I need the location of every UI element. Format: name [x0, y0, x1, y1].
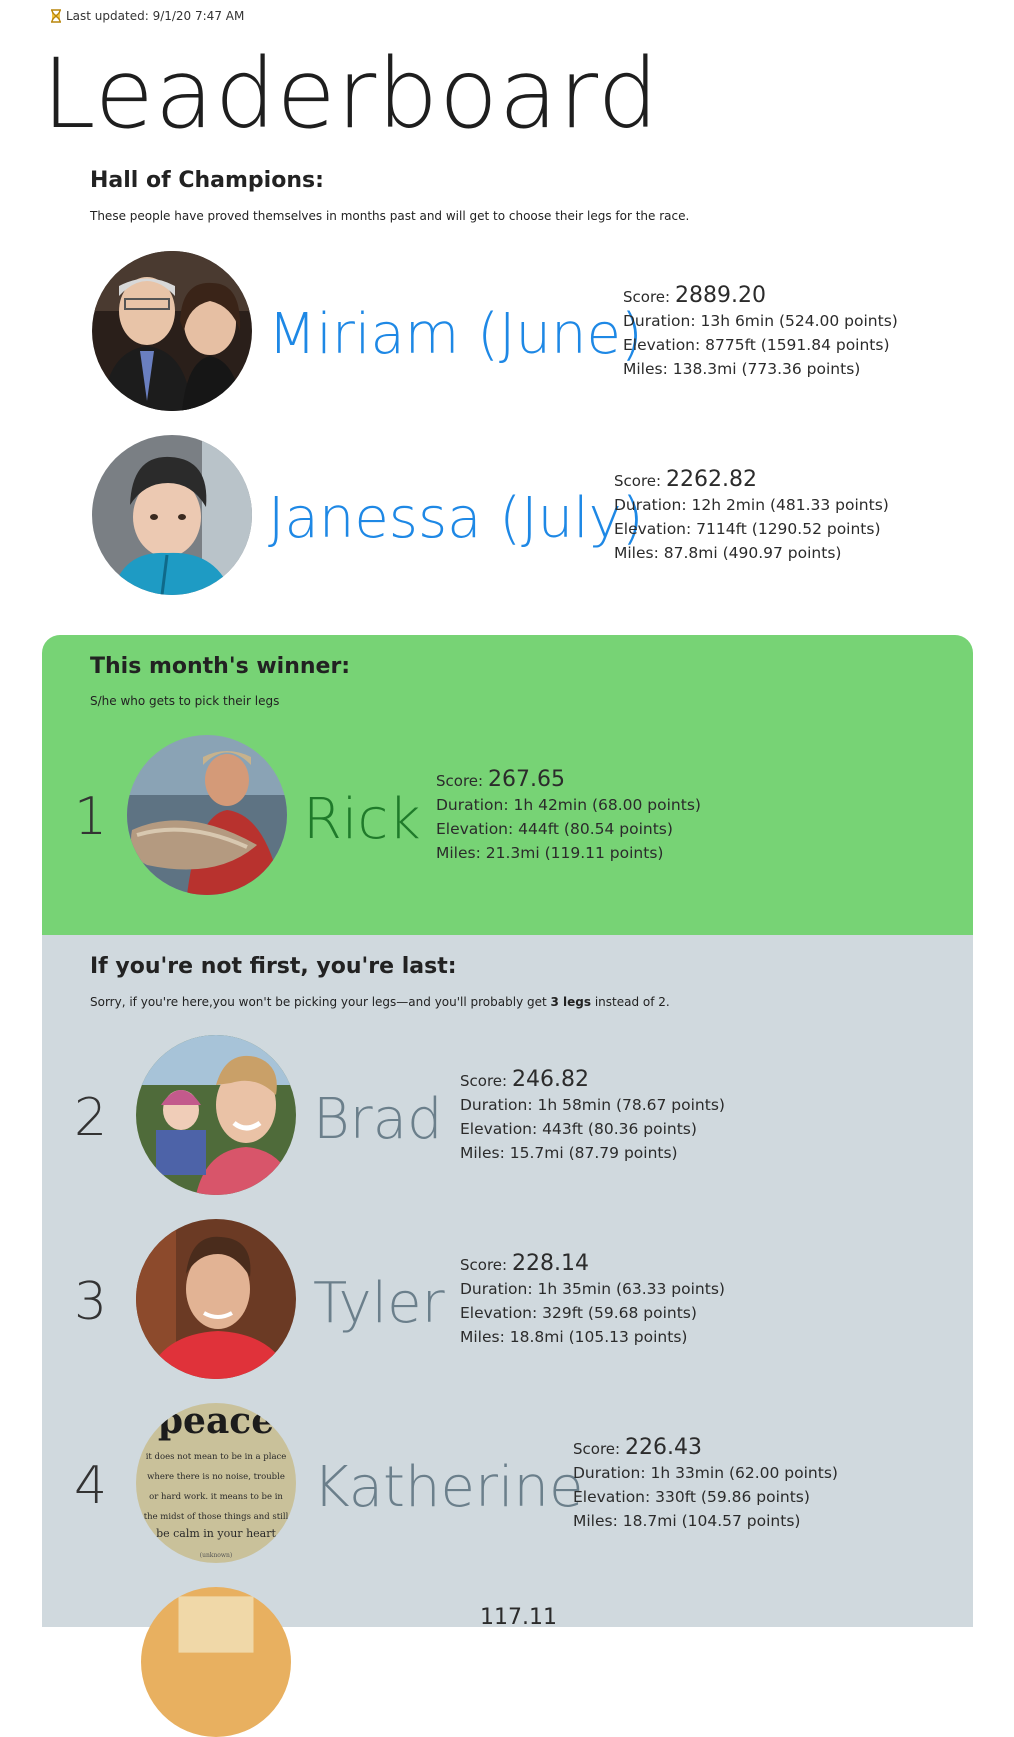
player-stats: Score: 246.82 Duration: 1h 58min (78.67 …: [460, 1068, 725, 1165]
score-value: 226.43: [625, 1435, 702, 1460]
miles-stat: Miles: 87.8mi (490.97 points): [614, 544, 842, 562]
score-value: 267.65: [488, 767, 565, 792]
score-value: 2889.20: [675, 283, 766, 308]
page-title: Leaderboard: [42, 38, 660, 150]
elevation-stat: Elevation: 8775ft (1591.84 points): [623, 336, 890, 354]
subtitle-pre: Sorry, if you're here,you won't be picki…: [90, 995, 551, 1009]
score-value: 228.14: [512, 1251, 589, 1276]
partial-stats: 117.11: [480, 1606, 557, 1631]
avatar-tyler: [136, 1219, 296, 1379]
last-updated-text: Last updated: 9/1/20 7:47 AM: [66, 9, 245, 23]
miles-stat: Miles: 18.8mi (105.13 points): [460, 1328, 688, 1346]
hall-heading: Hall of Champions:: [90, 168, 324, 193]
rank-number: 1: [74, 787, 108, 847]
avatar-miriam: [92, 251, 252, 411]
score-label: Score:: [573, 1440, 621, 1458]
hall-subtitle: These people have proved themselves in m…: [90, 209, 690, 223]
duration-stat: Duration: 1h 33min (62.00 points): [573, 1464, 838, 1482]
score-label: Score:: [460, 1256, 508, 1274]
player-name: Janessa (July): [268, 486, 644, 551]
score-label: Score:: [614, 472, 662, 490]
player-stats: Score: 2889.20 Duration: 13h 6min (524.0…: [623, 284, 898, 381]
player-stats: Score: 2262.82 Duration: 12h 2min (481.3…: [614, 468, 889, 565]
duration-stat: Duration: 1h 35min (63.33 points): [460, 1280, 725, 1298]
photo-line: where there is no noise, trouble: [147, 1472, 285, 1482]
player-name: Miriam (June): [268, 302, 643, 367]
others-heading: If you're not first, you're last:: [90, 954, 457, 979]
avatar-partial: [141, 1587, 291, 1737]
miles-stat: Miles: 18.7mi (104.57 points): [573, 1512, 801, 1530]
last-updated: Last updated: 9/1/20 7:47 AM: [50, 9, 244, 23]
player-stats: Score: 226.43 Duration: 1h 33min (62.00 …: [573, 1436, 838, 1533]
avatar-janessa: [92, 435, 252, 595]
miles-stat: Miles: 15.7mi (87.79 points): [460, 1144, 678, 1162]
rank-number: 2: [74, 1088, 108, 1148]
winner-subtitle: S/he who gets to pick their legs: [90, 694, 280, 708]
score-value: 2262.82: [666, 467, 757, 492]
elevation-stat: Elevation: 443ft (80.36 points): [460, 1120, 697, 1138]
elevation-stat: Elevation: 329ft (59.68 points): [460, 1304, 697, 1322]
photo-credit: (unknown): [200, 1552, 233, 1559]
score-label: Score:: [623, 288, 671, 306]
winner-heading: This month's winner:: [90, 654, 351, 679]
rank-number: 3: [74, 1272, 108, 1332]
hourglass-icon: [50, 9, 62, 23]
avatar-brad: [136, 1035, 296, 1195]
player-name: Katherine: [313, 1455, 584, 1520]
duration-stat: Duration: 1h 42min (68.00 points): [436, 796, 701, 814]
elevation-stat: Elevation: 444ft (80.54 points): [436, 820, 673, 838]
score-label: Score:: [436, 772, 484, 790]
score-label: Score:: [460, 1072, 508, 1090]
photo-line: it does not mean to be in a place: [146, 1452, 287, 1462]
miles-stat: Miles: 138.3mi (773.36 points): [623, 360, 861, 378]
miles-stat: Miles: 21.3mi (119.11 points): [436, 844, 664, 862]
subtitle-bold: 3 legs: [550, 995, 592, 1009]
rank-number: 4: [74, 1456, 108, 1516]
player-name: Brad: [313, 1087, 443, 1152]
player-name: Tyler: [313, 1271, 445, 1336]
elevation-stat: Elevation: 330ft (59.86 points): [573, 1488, 810, 1506]
player-name: Rick: [303, 787, 421, 852]
duration-stat: Duration: 12h 2min (481.33 points): [614, 496, 889, 514]
photo-line: be calm in your heart: [156, 1527, 276, 1540]
player-stats: Score: 228.14 Duration: 1h 35min (63.33 …: [460, 1252, 725, 1349]
duration-stat: Duration: 13h 6min (524.00 points): [623, 312, 898, 330]
player-stats: Score: 267.65 Duration: 1h 42min (68.00 …: [436, 768, 701, 865]
score-value: 246.82: [512, 1067, 589, 1092]
avatar-rick: [127, 735, 287, 895]
duration-stat: Duration: 1h 58min (78.67 points): [460, 1096, 725, 1114]
photo-line: or hard work. it means to be in: [149, 1492, 283, 1502]
avatar-katherine: peace it does not mean to be in a place …: [136, 1403, 296, 1563]
elevation-stat: Elevation: 7114ft (1290.52 points): [614, 520, 881, 538]
others-subtitle: Sorry, if you're here,you won't be picki…: [90, 995, 670, 1009]
subtitle-post: instead of 2.: [591, 995, 670, 1009]
photo-line: the midst of those things and still: [144, 1512, 289, 1522]
score-value: 117.11: [480, 1605, 557, 1630]
